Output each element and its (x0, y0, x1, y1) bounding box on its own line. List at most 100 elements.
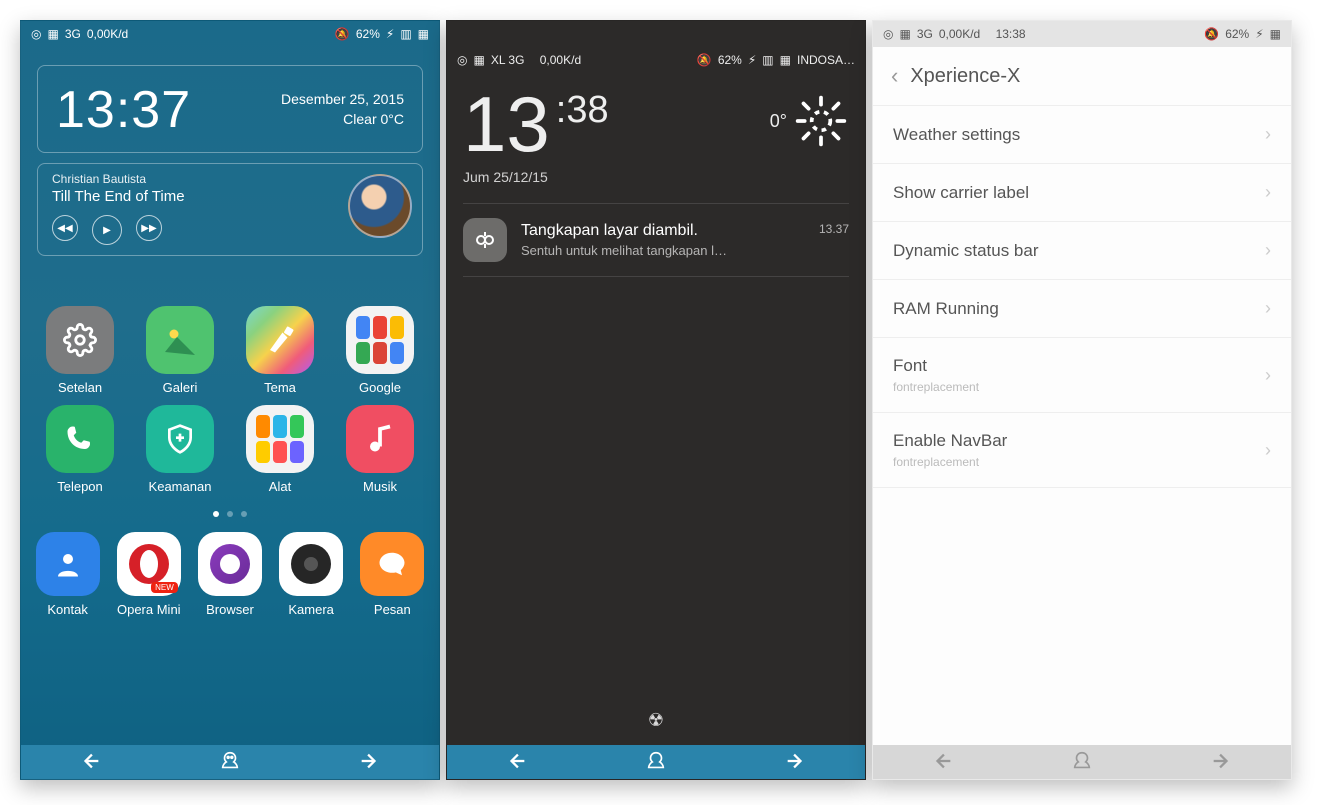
dock: Kontak NEWOpera Mini Browser Kamera Pesa… (21, 526, 439, 627)
speed-label: 0,00K/d (87, 27, 128, 41)
settings-row-weather[interactable]: Weather settings› (873, 106, 1291, 164)
settings-row-font[interactable]: Font fontreplacement › (873, 338, 1291, 413)
nav-back[interactable] (506, 750, 528, 775)
screenshot-icon (463, 218, 507, 262)
status-bar: ◎ ▦ 3G 0,00K/d 13:38 🔕 62% ⚡︎ ▦ (873, 21, 1291, 47)
dock-opera[interactable]: NEWOpera Mini (117, 532, 181, 617)
notification-panel: ◎ ▦ XL 3G 0,00K/d 🔕 62% ⚡︎ ▥ ▦ INDOSA… 1… (446, 20, 866, 780)
navbar (447, 745, 865, 779)
play-button[interactable]: ▶ (92, 215, 122, 245)
app-musik[interactable]: Musik (333, 405, 427, 494)
notification-item[interactable]: Tangkapan layar diambil. Sentuh untuk me… (463, 204, 849, 276)
chevron-right-icon: › (1265, 182, 1271, 203)
mute-icon: 🔕 (335, 27, 350, 41)
dock-browser[interactable]: Browser (198, 532, 262, 617)
battery-icon: ▥ (400, 27, 411, 41)
sync-icon: ◎ (457, 53, 467, 67)
dock-pesan[interactable]: Pesan (360, 532, 424, 617)
dock-kontak[interactable]: Kontak (36, 532, 100, 617)
nav-forward[interactable] (1210, 750, 1232, 775)
qr2-icon: ▦ (418, 27, 429, 41)
network-label: 3G (65, 27, 81, 41)
nav-back[interactable] (932, 750, 954, 775)
battery-label: 62% (356, 27, 380, 41)
battery-label: 62% (1225, 27, 1249, 41)
app-label: Galeri (163, 380, 198, 395)
nav-home[interactable] (219, 750, 241, 775)
dock-kamera[interactable]: Kamera (279, 532, 343, 617)
settings-row-carrier[interactable]: Show carrier label› (873, 164, 1291, 222)
row-label: Enable NavBar (893, 431, 1007, 450)
status-bar: ◎ ▦ XL 3G 0,00K/d 🔕 62% ⚡︎ ▥ ▦ INDOSA… (447, 47, 865, 73)
chevron-right-icon: › (1265, 440, 1271, 461)
chevron-right-icon: › (1265, 240, 1271, 261)
app-tema[interactable]: Tema (233, 306, 327, 395)
mute-icon: 🔕 (1204, 27, 1219, 41)
qr-icon: ▦ (899, 27, 910, 41)
row-label: Font (893, 356, 927, 375)
app-alat-folder[interactable]: Alat (233, 405, 327, 494)
bolt-icon: ⚡︎ (748, 53, 756, 67)
app-keamanan[interactable]: Keamanan (133, 405, 227, 494)
chevron-right-icon: › (1265, 365, 1271, 386)
music-artist: Christian Bautista (52, 172, 337, 186)
qr2-icon: ▦ (1270, 27, 1281, 41)
app-grid: Setelan Galeri Tema Google Telepon Keama… (33, 306, 427, 494)
clock-label: 13:38 (996, 27, 1026, 41)
qr2-icon: ▦ (780, 53, 791, 67)
nav-forward[interactable] (358, 750, 380, 775)
settings-screen: ◎ ▦ 3G 0,00K/d 13:38 🔕 62% ⚡︎ ▦ ‹ Xperie… (872, 20, 1292, 780)
nav-home[interactable] (645, 750, 667, 775)
sync-icon: ◎ (883, 27, 893, 41)
clock-hours: 13 (463, 85, 550, 163)
app-label: Alat (269, 479, 291, 494)
sun-icon (793, 93, 849, 149)
settings-row-ram[interactable]: RAM Running› (873, 280, 1291, 338)
clock-widget[interactable]: 13:37 Desember 25, 2015 Clear 0°C (37, 65, 423, 153)
clock-weather: Clear 0°C (281, 110, 404, 130)
chevron-right-icon: › (1265, 298, 1271, 319)
home-screen: ◎ ▦ 3G 0,00K/d 🔕 62% ⚡︎ ▥ ▦ 13:37 Desemb… (20, 20, 440, 780)
panel-date: Jum 25/12/15 (463, 169, 849, 185)
chevron-right-icon: › (1265, 124, 1271, 145)
mute-icon: 🔕 (697, 53, 712, 67)
row-sub: fontreplacement (893, 455, 1007, 469)
settings-header: ‹ Xperience-X (873, 47, 1291, 106)
bolt-icon: ⚡︎ (386, 27, 394, 41)
back-chevron[interactable]: ‹ (891, 63, 898, 89)
row-sub: fontreplacement (893, 380, 979, 394)
app-label: Keamanan (149, 479, 212, 494)
row-label: Dynamic status bar (893, 241, 1039, 261)
carrier-left: XL 3G (491, 53, 525, 67)
carrier-right: INDOSA… (797, 53, 855, 67)
settings-row-navbar[interactable]: Enable NavBar fontreplacement › (873, 413, 1291, 488)
qr-icon: ▦ (473, 53, 484, 67)
music-widget[interactable]: Christian Bautista Till The End of Time … (37, 163, 423, 256)
clock-date-block: Desember 25, 2015 Clear 0°C (281, 90, 404, 129)
qr-icon: ▦ (47, 27, 58, 41)
app-galeri[interactable]: Galeri (133, 306, 227, 395)
app-telepon[interactable]: Telepon (33, 405, 127, 494)
prev-button[interactable]: ◀◀ (52, 215, 78, 241)
app-label: Google (359, 380, 401, 395)
dock-label: Browser (206, 602, 254, 617)
dock-label: Kontak (47, 602, 87, 617)
panel-handle[interactable]: ☢ (648, 710, 664, 731)
navbar (873, 745, 1291, 779)
nav-home[interactable] (1071, 750, 1093, 775)
app-label: Telepon (57, 479, 103, 494)
album-art (348, 174, 412, 238)
panel-clock: 13 :38 (463, 85, 609, 163)
page-title: Xperience-X (910, 65, 1020, 88)
settings-row-statusbar[interactable]: Dynamic status bar › (873, 222, 1291, 280)
nav-back[interactable] (80, 750, 102, 775)
app-setelan[interactable]: Setelan (33, 306, 127, 395)
status-bar: ◎ ▦ 3G 0,00K/d 🔕 62% ⚡︎ ▥ ▦ (21, 21, 439, 47)
nav-forward[interactable] (784, 750, 806, 775)
app-label: Tema (264, 380, 296, 395)
clock-date: Desember 25, 2015 (281, 90, 404, 110)
page-indicator (21, 504, 439, 520)
next-button[interactable]: ▶▶ (136, 215, 162, 241)
app-google-folder[interactable]: Google (333, 306, 427, 395)
dock-label: Kamera (288, 602, 334, 617)
